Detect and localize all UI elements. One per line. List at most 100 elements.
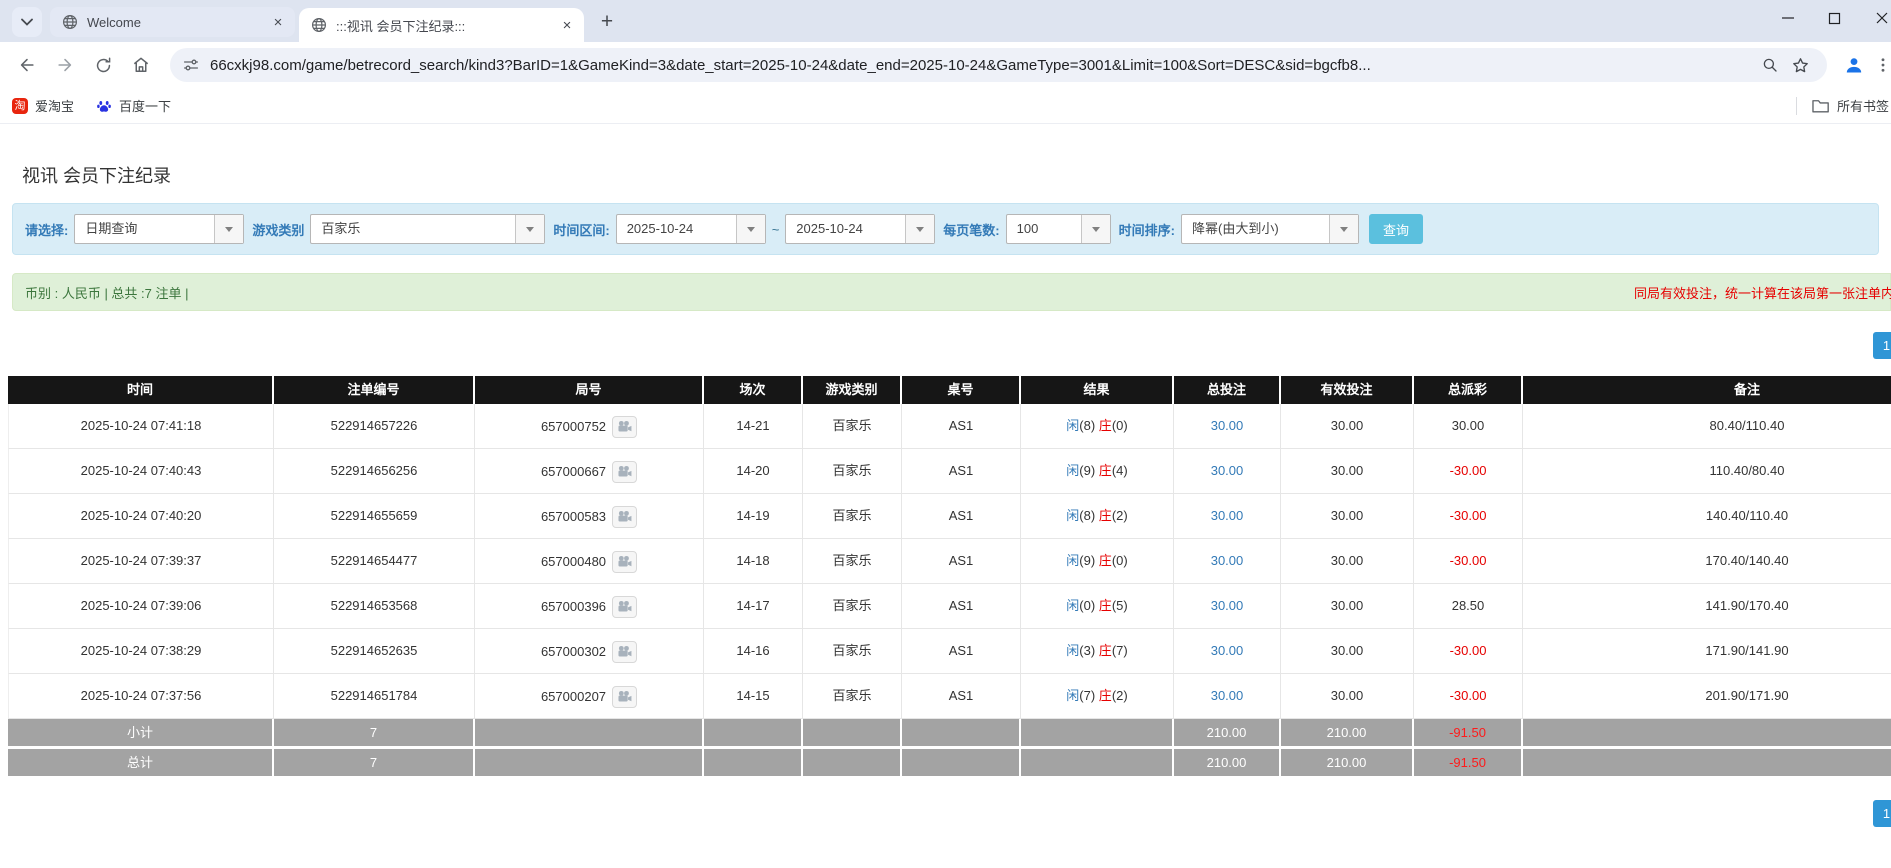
table-row: 2025-10-24 07:40:43522914656256657000667… [8, 449, 1891, 494]
time-sort-select[interactable]: 降幂(由大到小) [1181, 214, 1359, 244]
replay-video-icon[interactable] [612, 686, 637, 708]
result: 闲(9) 庄(4) [1021, 449, 1174, 494]
result: 闲(7) 庄(2) [1021, 674, 1174, 719]
total-bet-link[interactable]: 30.00 [1174, 629, 1281, 674]
table-header-cell: 总投注 [1174, 376, 1281, 404]
table-header-cell: 备注 [1523, 376, 1891, 404]
tab-welcome[interactable]: Welcome × [50, 7, 295, 37]
bookmark-star-icon[interactable] [1785, 50, 1815, 80]
session-number: 14-15 [704, 674, 803, 719]
back-button[interactable] [10, 48, 44, 82]
address-bar[interactable]: 66cxkj98.com/game/betrecord_search/kind3… [170, 48, 1827, 82]
close-window-button[interactable] [1858, 0, 1891, 36]
bookmark-baidu[interactable]: 百度一下 [96, 96, 171, 115]
url-text[interactable]: 66cxkj98.com/game/betrecord_search/kind3… [210, 57, 1755, 74]
remark: 141.90/170.40 [1523, 584, 1891, 629]
table-row: 2025-10-24 07:38:29522914652635657000302… [8, 629, 1891, 674]
table-header-cell: 有效投注 [1281, 376, 1414, 404]
globe-icon [311, 17, 327, 33]
chevron-down-icon[interactable] [905, 215, 934, 243]
site-settings-icon[interactable] [182, 56, 200, 74]
chevron-down-icon[interactable] [515, 215, 544, 243]
all-bookmarks-button[interactable]: 所有书签 [1796, 96, 1889, 115]
browser-window: Welcome × :::视讯 会员下注纪录::: × + [0, 0, 1891, 868]
table-header-cell: 时间 [8, 376, 274, 404]
chevron-down-icon [21, 18, 33, 26]
page-content: 视讯 会员下注纪录 请选择: 日期查询 游戏类别 百家乐 时间区间: 2025-… [0, 124, 1891, 868]
result: 闲(8) 庄(2) [1021, 494, 1174, 539]
window-controls [1764, 0, 1891, 36]
session-number: 14-18 [704, 539, 803, 584]
payout: -30.00 [1414, 494, 1523, 539]
valid-bet: 30.00 [1281, 539, 1414, 584]
table-row: 2025-10-24 07:39:06522914653568657000396… [8, 584, 1891, 629]
forward-button[interactable] [48, 48, 82, 82]
date-start-select[interactable]: 2025-10-24 [616, 214, 766, 244]
game-type-select[interactable]: 百家乐 [310, 214, 545, 244]
total-bet-link[interactable]: 30.00 [1174, 494, 1281, 539]
remark: 201.90/171.90 [1523, 674, 1891, 719]
reload-button[interactable] [86, 48, 120, 82]
total-bet-link[interactable]: 30.00 [1174, 674, 1281, 719]
replay-video-icon[interactable] [612, 641, 637, 663]
replay-video-icon[interactable] [612, 461, 637, 483]
total-bet-link[interactable]: 30.00 [1174, 584, 1281, 629]
new-tab-button[interactable]: + [592, 7, 622, 37]
round-number: 657000667 [475, 449, 704, 494]
payout: 28.50 [1414, 584, 1523, 629]
table-header-cell: 结果 [1021, 376, 1174, 404]
home-button[interactable] [124, 48, 158, 82]
bet-id: 522914651784 [274, 674, 475, 719]
replay-video-icon[interactable] [612, 596, 637, 618]
total-bet-link[interactable]: 30.00 [1174, 449, 1281, 494]
bet-id: 522914657226 [274, 404, 475, 449]
round-number-text: 657000396 [541, 585, 606, 629]
query-type-select[interactable]: 日期查询 [74, 214, 244, 244]
maximize-button[interactable] [1811, 0, 1858, 36]
bookmark-taobao[interactable]: 淘 爱淘宝 [12, 96, 74, 115]
payout: -30.00 [1414, 674, 1523, 719]
profile-avatar[interactable] [1837, 48, 1871, 82]
session-number: 14-17 [704, 584, 803, 629]
search-button[interactable]: 查询 [1369, 214, 1423, 244]
tab-search-button[interactable] [12, 7, 42, 37]
replay-video-icon[interactable] [612, 416, 637, 438]
per-page-select[interactable]: 100 [1006, 214, 1111, 244]
table-number: AS1 [902, 494, 1021, 539]
pagination-button[interactable]: 1 [1873, 800, 1891, 827]
round-number: 657000583 [475, 494, 704, 539]
bookmark-label: 百度一下 [119, 96, 171, 115]
table-header-cell: 注单编号 [274, 376, 475, 404]
result: 闲(0) 庄(5) [1021, 584, 1174, 629]
total-label: 总计 [8, 749, 274, 776]
minimize-button[interactable] [1764, 0, 1811, 36]
pagination-button[interactable]: 1 [1873, 332, 1891, 359]
replay-video-icon[interactable] [612, 551, 637, 573]
browser-menu-icon[interactable] [1871, 48, 1891, 82]
game-type: 百家乐 [803, 449, 902, 494]
total-bet-link[interactable]: 30.00 [1174, 404, 1281, 449]
chevron-down-icon[interactable] [214, 215, 243, 243]
valid-bet: 30.00 [1281, 629, 1414, 674]
zoom-icon[interactable] [1755, 50, 1785, 80]
chevron-down-icon[interactable] [1329, 215, 1358, 243]
table-number: AS1 [902, 404, 1021, 449]
bet-time: 2025-10-24 07:39:06 [8, 584, 274, 629]
chevron-down-icon[interactable] [736, 215, 765, 243]
valid-bet: 30.00 [1281, 404, 1414, 449]
tab-bet-record[interactable]: :::视讯 会员下注纪录::: × [299, 8, 584, 42]
remark: 171.90/141.90 [1523, 629, 1891, 674]
replay-video-icon[interactable] [612, 506, 637, 528]
total-bet-link[interactable]: 30.00 [1174, 539, 1281, 584]
subtotal-count: 7 [274, 719, 475, 746]
date-end-select[interactable]: 2025-10-24 [785, 214, 935, 244]
chevron-down-icon[interactable] [1081, 215, 1110, 243]
table-header-cell: 总派彩 [1414, 376, 1523, 404]
close-tab-icon[interactable]: × [558, 16, 576, 34]
valid-bet-notice: 同局有效投注，统一计算在该局第一张注单内 [1634, 283, 1891, 302]
remark: 170.40/140.40 [1523, 539, 1891, 584]
bet-time: 2025-10-24 07:40:20 [8, 494, 274, 539]
close-tab-icon[interactable]: × [269, 13, 287, 31]
tab-title: :::视讯 会员下注纪录::: [336, 16, 558, 35]
subtotal-payout: -91.50 [1414, 719, 1523, 746]
